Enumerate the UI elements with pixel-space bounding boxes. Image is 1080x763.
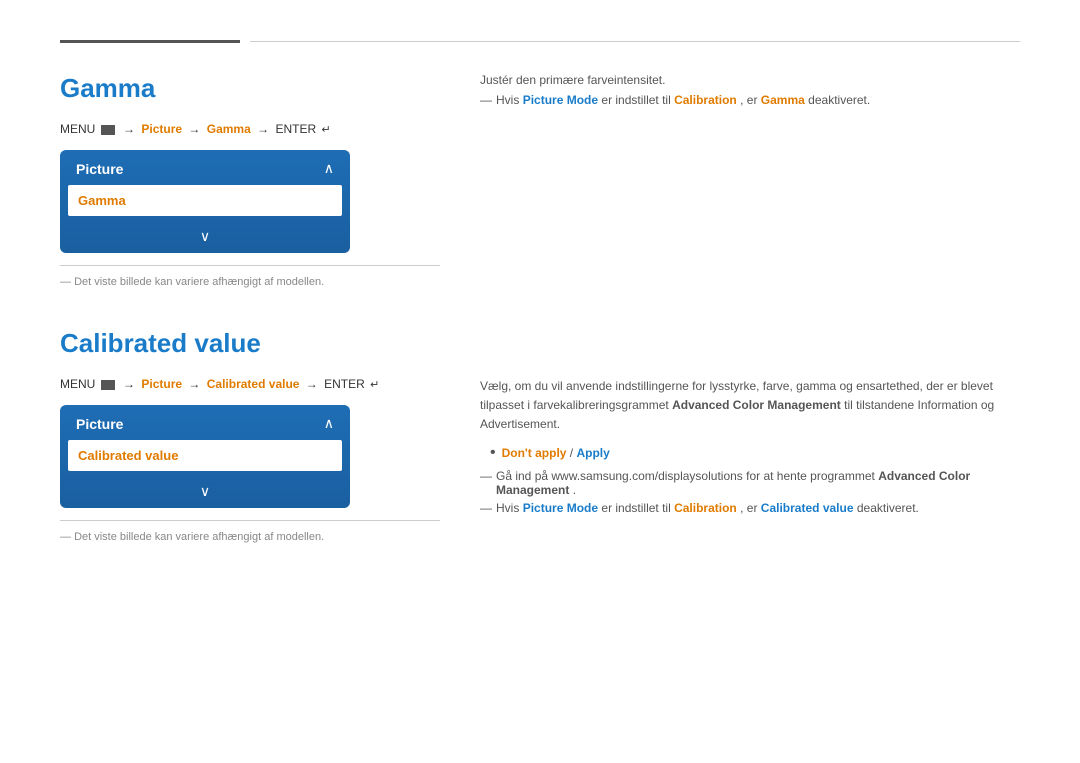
menu-icon2 xyxy=(101,380,115,390)
gamma-slider[interactable]: 0 xyxy=(136,194,332,208)
note-highlight2: Calibration xyxy=(674,93,737,107)
bullet-dot: • xyxy=(490,445,496,461)
panel-arrow-down[interactable]: ∨ xyxy=(60,224,350,253)
bullet-item-apply: • Don't apply / Apply xyxy=(490,445,1020,461)
gamma-description: Justér den primære farveintensitet. — Hv… xyxy=(480,73,1020,107)
calibrated-link: Calibrated value xyxy=(207,377,300,391)
cal-note-end: , er xyxy=(740,501,757,515)
calibrated-item-label: Calibrated value xyxy=(78,448,178,463)
em-dash3: — xyxy=(480,501,492,515)
gamma-title: Gamma xyxy=(60,73,440,104)
cal-note-highlight3: Calibrated value xyxy=(761,501,854,515)
arrow5: → xyxy=(188,377,200,391)
bullet-content: Don't apply / Apply xyxy=(502,446,610,460)
top-divider xyxy=(60,40,1020,43)
link-prefix: Gå ind på www.samsung.com/displaysolutio… xyxy=(496,469,875,483)
separator: / xyxy=(566,446,576,460)
em-dash2: — xyxy=(480,469,492,483)
note-text-content: Hvis Picture Mode er indstillet til Cali… xyxy=(496,93,870,107)
cal-desc-bold: Advanced Color Management xyxy=(672,398,841,412)
panel-arrow-down2[interactable]: ∨ xyxy=(60,479,350,508)
calibrated-section: Calibrated value MENU → Picture → Calibr… xyxy=(60,328,440,543)
gamma-desc-note: — Hvis Picture Mode er indstillet til Ca… xyxy=(480,93,1020,107)
gamma-panel-item[interactable]: Gamma 0 xyxy=(68,185,342,216)
gamma-link: Gamma xyxy=(207,122,251,136)
arrow4: → xyxy=(123,377,135,391)
page-content: Gamma MENU → Picture → Gamma → ENTER ↵ P… xyxy=(60,73,1020,573)
dont-apply-text: Don't apply xyxy=(502,446,567,460)
calibrated-desc-main: Vælg, om du vil anvende indstillingerne … xyxy=(480,377,1020,435)
cal-note-content: Hvis Picture Mode er indstillet til Cali… xyxy=(496,501,919,515)
divider-right xyxy=(250,41,1020,42)
gamma-menu-path: MENU → Picture → Gamma → ENTER ↵ xyxy=(60,122,440,136)
slider-value: 0 xyxy=(318,194,332,208)
note-suffix: deaktiveret. xyxy=(808,93,870,107)
enter-icon: ↵ xyxy=(321,123,330,136)
menu-icon xyxy=(101,125,115,135)
menu-label2: MENU xyxy=(60,377,95,391)
gamma-note: Det viste billede kan variere afhængigt … xyxy=(60,276,440,288)
calibrated-note2: — Hvis Picture Mode er indstillet til Ca… xyxy=(480,501,1020,515)
calibrated-note: Det viste billede kan variere afhængigt … xyxy=(60,531,440,543)
calibrated-description: Vælg, om du vil anvende indstillingerne … xyxy=(480,377,1020,515)
right-column: Justér den primære farveintensitet. — Hv… xyxy=(480,73,1020,573)
cal-note-suffix: deaktiveret. xyxy=(857,501,919,515)
arrow1: → xyxy=(123,122,135,136)
note-mid: er indstillet til xyxy=(601,93,670,107)
picture-link: Picture xyxy=(141,122,182,136)
cal-note-highlight1: Picture Mode xyxy=(523,501,598,515)
gamma-item-label: Gamma xyxy=(78,193,126,208)
arrow6: → xyxy=(306,377,318,391)
enter-label2: ENTER xyxy=(324,377,365,391)
bullet-list: • Don't apply / Apply xyxy=(490,445,1020,461)
slider-fill xyxy=(136,199,232,202)
calibrated-divider xyxy=(60,520,440,521)
gamma-desc-main: Justér den primære farveintensitet. xyxy=(480,73,1020,87)
panel-arrow-up[interactable]: ∧ xyxy=(324,160,334,177)
menu-label: MENU xyxy=(60,122,95,136)
cal-note-mid: er indstillet til xyxy=(601,501,670,515)
gamma-divider xyxy=(60,265,440,266)
picture-link2: Picture xyxy=(141,377,182,391)
panel-arrow-up2[interactable]: ∧ xyxy=(324,415,334,432)
arrow3: → xyxy=(257,122,269,136)
link-text: Gå ind på www.samsung.com/displaysolutio… xyxy=(496,469,1020,497)
apply-text: Apply xyxy=(576,446,609,460)
panel-header2: Picture ∧ xyxy=(60,405,350,438)
slider-track xyxy=(136,199,310,202)
cal-note-highlight2: Calibration xyxy=(674,501,737,515)
calibrated-title: Calibrated value xyxy=(60,328,440,359)
panel-title2: Picture xyxy=(76,416,123,432)
note-end: , er xyxy=(740,93,757,107)
gamma-picture-panel: Picture ∧ Gamma 0 ∨ xyxy=(60,150,350,253)
em-dash: — xyxy=(480,93,492,107)
note-highlight3: Gamma xyxy=(761,93,805,107)
calibrated-picture-panel: Picture ∧ Calibrated value ∨ xyxy=(60,405,350,508)
cal-note-prefix: Hvis xyxy=(496,501,519,515)
arrow2: → xyxy=(188,122,200,136)
panel-header: Picture ∧ xyxy=(60,150,350,183)
divider-left xyxy=(60,40,240,43)
panel-title: Picture xyxy=(76,161,123,177)
desc-link: — Gå ind på www.samsung.com/displaysolut… xyxy=(480,469,1020,497)
enter-icon2: ↵ xyxy=(370,378,379,391)
calibrated-menu-path: MENU → Picture → Calibrated value → ENTE… xyxy=(60,377,440,391)
calibrated-panel-item[interactable]: Calibrated value xyxy=(68,440,342,471)
link-end: . xyxy=(573,483,576,497)
enter-label: ENTER xyxy=(275,122,316,136)
gamma-section: Gamma MENU → Picture → Gamma → ENTER ↵ P… xyxy=(60,73,440,288)
left-column: Gamma MENU → Picture → Gamma → ENTER ↵ P… xyxy=(60,73,440,573)
note-highlight1: Picture Mode xyxy=(523,93,598,107)
note-prefix: Hvis xyxy=(496,93,519,107)
